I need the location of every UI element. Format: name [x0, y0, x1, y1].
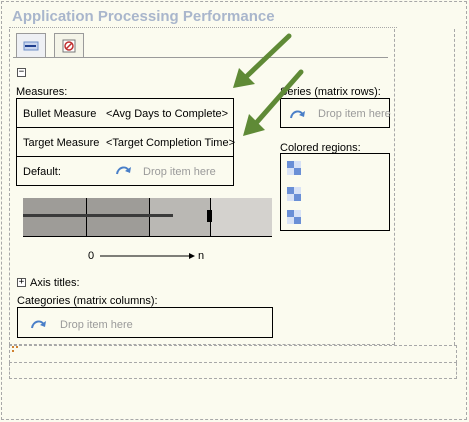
scale-arrow-icon: [100, 253, 195, 259]
colored-regions-box: [280, 153, 390, 231]
scale-end-label: n: [198, 250, 205, 262]
measure-name: Bullet Measure: [23, 108, 97, 120]
drop-arrow-icon: [30, 317, 48, 334]
bullet-chart-icon: [23, 41, 39, 50]
tab-filter[interactable]: [54, 33, 84, 57]
measure-value[interactable]: <Target Completion Time>: [106, 137, 235, 149]
empty-row-frame: [9, 345, 457, 363]
scale-start-label: 0: [88, 250, 95, 262]
no-filter-icon: [62, 39, 76, 52]
bullet-tick-divider: [149, 198, 150, 236]
colored-region-icon[interactable]: [287, 210, 301, 224]
annotation-arrow-icon: [233, 33, 304, 136]
axis-titles-expand-toggle[interactable]: +: [17, 278, 26, 287]
categories-label: Categories (matrix columns):: [17, 295, 158, 307]
measure-name: Target Measure: [23, 137, 100, 149]
target-marker: [207, 210, 212, 222]
bullet-range-band-mid: [149, 198, 210, 236]
drop-target-text[interactable]: Drop item here: [143, 166, 216, 178]
bullet-tick-divider: [86, 198, 87, 236]
measures-box: Bullet Measure <Avg Days to Complete> Ta…: [16, 98, 235, 186]
resize-handle-icon[interactable]: [12, 346, 18, 352]
axis-titles-label: Axis titles:: [30, 277, 80, 289]
title-divider: [9, 27, 397, 28]
measure-row-default[interactable]: Default: Drop item here: [17, 157, 233, 186]
drop-arrow-icon: [115, 163, 133, 180]
categories-drop-zone[interactable]: Drop item here: [17, 307, 273, 338]
measures-label: Measures:: [16, 86, 68, 98]
chart-frame-right-edge: [395, 29, 455, 345]
colored-region-icon[interactable]: [287, 161, 301, 175]
bullet-measure-bar: [23, 214, 173, 217]
bullet-baseline: [23, 236, 272, 237]
measure-row-bullet[interactable]: Bullet Measure <Avg Days to Complete>: [17, 99, 233, 128]
empty-row-frame-2: [9, 363, 457, 379]
chart-title[interactable]: Application Processing Performance: [12, 8, 275, 25]
colored-region-icon[interactable]: [287, 187, 301, 201]
drop-target-text: Drop item here: [60, 319, 133, 331]
tab-bullet-chart[interactable]: [16, 33, 46, 57]
collapse-toggle[interactable]: −: [17, 68, 26, 77]
measure-value[interactable]: <Avg Days to Complete>: [106, 108, 228, 120]
measure-row-target[interactable]: Target Measure <Target Completion Time>: [17, 128, 235, 157]
measure-name: Default:: [23, 166, 61, 178]
